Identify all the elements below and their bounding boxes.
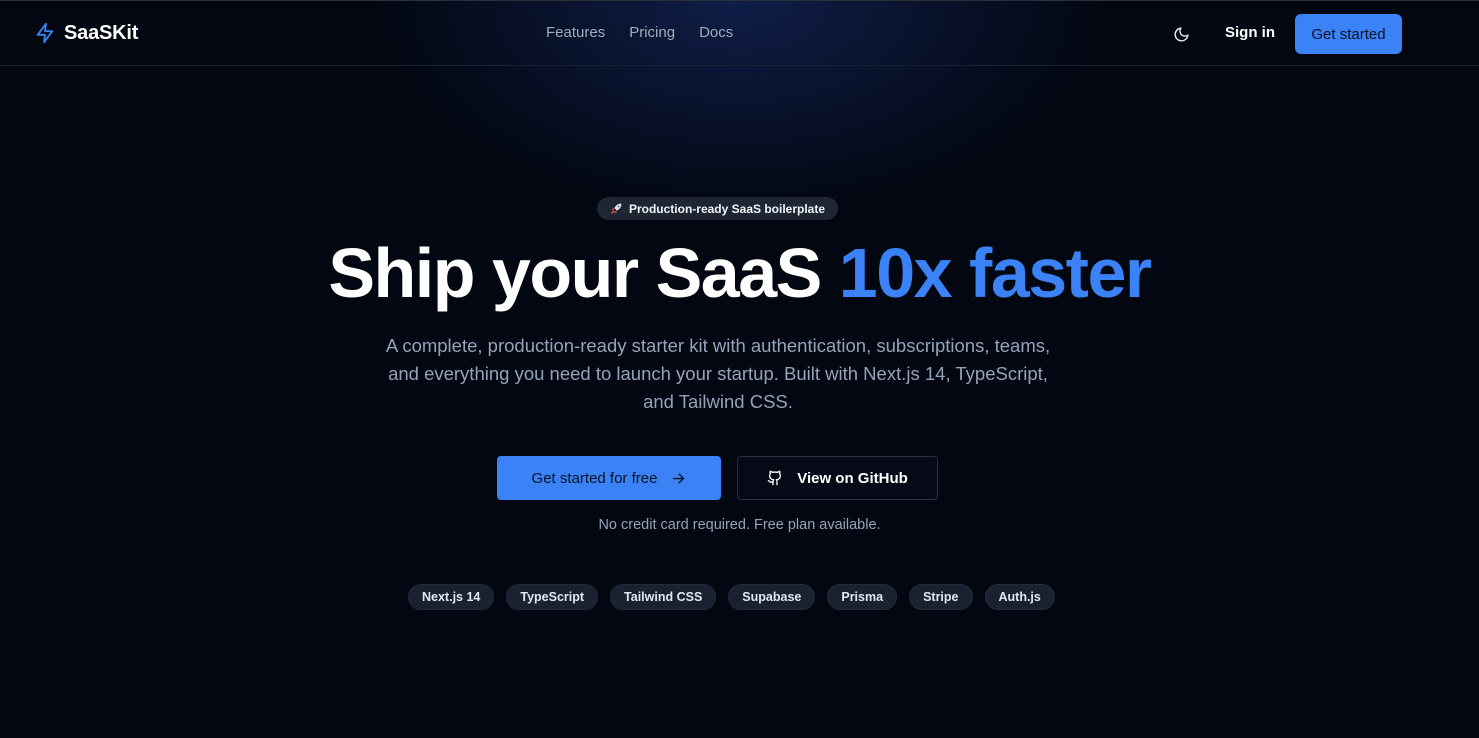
- get-started-free-button[interactable]: Get started for free: [497, 456, 721, 500]
- view-on-github-label: View on GitHub: [797, 469, 908, 487]
- landing-page: SaaSKit Features Pricing Docs Sign in Ge…: [0, 0, 1479, 738]
- get-started-button[interactable]: Get started: [1295, 14, 1402, 54]
- theme-toggle-button[interactable]: [1168, 21, 1194, 47]
- tech-pill-nextjs: Next.js 14: [408, 584, 495, 610]
- tech-pill-authjs: Auth.js: [984, 584, 1055, 610]
- nav-link-docs[interactable]: Docs: [699, 23, 733, 43]
- brand-logo[interactable]: SaaSKit: [34, 20, 138, 46]
- navbar: SaaSKit Features Pricing Docs Sign in Ge…: [0, 1, 1479, 66]
- moon-icon: [1174, 26, 1189, 41]
- hero-note: No credit card required. Free plan avail…: [598, 517, 881, 533]
- nav-link-pricing[interactable]: Pricing: [629, 23, 675, 43]
- tech-pill-supabase: Supabase: [728, 584, 816, 610]
- brand-name: SaaSKit: [64, 21, 139, 44]
- get-started-free-label: Get started for free: [531, 469, 658, 487]
- view-on-github-button[interactable]: View on GitHub: [737, 456, 938, 500]
- nav-link-features[interactable]: Features: [546, 23, 605, 43]
- tech-stack-list: Next.js 14 TypeScript Tailwind CSS Supab…: [408, 584, 1055, 610]
- headline-accent: 10x faster: [838, 234, 1152, 312]
- hero-subtitle: A complete, production-ready starter kit…: [385, 335, 1051, 412]
- main-nav: Features Pricing Docs: [546, 23, 733, 43]
- hero-badge-label: Production-ready SaaS boilerplate: [628, 201, 826, 216]
- arrow-right-icon: [673, 472, 685, 484]
- sign-in-link[interactable]: Sign in: [1225, 23, 1275, 43]
- tech-pill-tailwind: Tailwind CSS: [610, 584, 717, 610]
- hero-headline: Ship your SaaS 10x faster: [0, 233, 1479, 313]
- tech-pill-prisma: Prisma: [827, 584, 898, 610]
- github-icon: [767, 470, 782, 486]
- lightning-icon: [36, 22, 54, 44]
- hero-badge: Production-ready SaaS boilerplate: [597, 197, 838, 220]
- tech-pill-stripe: Stripe: [909, 584, 973, 610]
- headline-plain: Ship your SaaS: [328, 234, 839, 312]
- rocket-icon: [611, 203, 622, 214]
- tech-pill-typescript: TypeScript: [506, 584, 599, 610]
